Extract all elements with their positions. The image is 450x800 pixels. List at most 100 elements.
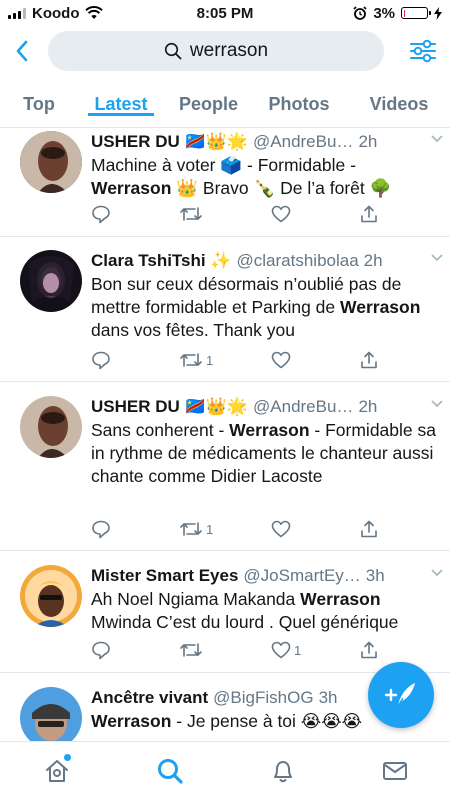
tab-people[interactable]: People — [177, 84, 240, 115]
like-button[interactable] — [271, 203, 294, 225]
tweet-actions: 1 — [91, 349, 391, 371]
tweet[interactable]: Mister Smart Eyes @JoSmartEy… 3h Ah Noel… — [0, 551, 450, 673]
reply-icon — [92, 520, 110, 539]
battery-icon — [401, 7, 431, 19]
tab-videos[interactable]: Videos — [366, 84, 432, 115]
battery-level — [403, 9, 405, 17]
share-icon — [361, 351, 377, 369]
tweet-time: 3h — [318, 688, 338, 707]
tweet-actions — [91, 203, 391, 225]
signal-icon — [8, 7, 26, 19]
tweet-text: Sans conherent - Werrason - Formidable s… — [91, 420, 436, 486]
like-button[interactable]: 1 — [271, 639, 301, 661]
reply-icon — [92, 641, 110, 660]
chevron-down-icon[interactable] — [430, 399, 444, 409]
retweet-button[interactable] — [179, 639, 206, 661]
sliders-icon — [410, 39, 436, 63]
author-handle: @AndreBu… — [253, 397, 354, 416]
home-icon — [46, 760, 68, 782]
reply-icon — [92, 205, 110, 224]
search-tabs: Top Latest People Photos Videos — [0, 84, 450, 128]
avatar[interactable] — [20, 565, 82, 627]
tweet[interactable]: USHER DU 🇨🇩👑🌟 @AndreBu… 2h Sans conheren… — [0, 382, 450, 551]
share-button[interactable] — [359, 518, 379, 540]
share-button[interactable] — [359, 639, 379, 661]
tweet-time: 3h — [365, 566, 385, 585]
tweet[interactable]: USHER DU 🇨🇩👑🌟 @AndreBu… 2h Machine à vot… — [0, 129, 450, 237]
search-header: werrason — [0, 30, 450, 72]
retweet-button[interactable]: 1 — [179, 349, 213, 371]
share-button[interactable] — [359, 349, 379, 371]
tweet-time: 2h — [358, 132, 378, 151]
reply-button[interactable] — [91, 349, 111, 371]
retweet-button[interactable] — [179, 203, 206, 225]
heart-icon — [271, 520, 291, 538]
author-name[interactable]: Clara TshiTshi ✨ — [91, 251, 232, 271]
avatar[interactable] — [20, 396, 82, 458]
tweet-time: 2h — [363, 251, 383, 270]
wifi-icon — [85, 6, 104, 19]
tweet-time: 2h — [358, 397, 378, 416]
share-button[interactable] — [359, 203, 379, 225]
avatar-image — [20, 250, 82, 312]
author-handle: @claratshibolaa — [236, 251, 359, 270]
avatar[interactable] — [20, 250, 82, 312]
tab-top[interactable]: Top — [14, 84, 64, 115]
chevron-down-icon[interactable] — [430, 134, 444, 144]
envelope-icon — [383, 762, 407, 780]
messages-tab[interactable] — [380, 756, 410, 786]
like-button[interactable] — [271, 349, 294, 371]
notifications-tab[interactable] — [268, 756, 298, 786]
status-bar: Koodo 8:05 PM 3% — [0, 0, 450, 26]
chevron-down-icon[interactable] — [430, 568, 444, 578]
tweet-actions: 1 — [91, 518, 391, 540]
retweet-count: 1 — [206, 521, 214, 537]
heart-icon — [271, 641, 291, 659]
avatar[interactable] — [20, 131, 82, 193]
author-name[interactable]: USHER DU 🇨🇩👑🌟 — [91, 397, 248, 417]
bottom-tab-bar — [0, 741, 450, 800]
author-name[interactable]: USHER DU 🇨🇩👑🌟 — [91, 132, 248, 152]
reply-icon — [92, 351, 110, 370]
alarm-icon — [353, 6, 367, 20]
tab-latest[interactable]: Latest — [88, 84, 154, 116]
search-input[interactable]: werrason — [48, 31, 384, 71]
search-icon — [158, 759, 183, 784]
new-content-dot — [64, 754, 71, 761]
home-tab[interactable] — [42, 754, 72, 786]
explore-tab[interactable] — [155, 756, 185, 786]
retweet-icon — [180, 522, 202, 536]
charging-bolt-icon — [434, 6, 442, 20]
tab-photos[interactable]: Photos — [267, 84, 331, 115]
avatar[interactable] — [20, 687, 82, 741]
reply-button[interactable] — [91, 518, 111, 540]
back-button[interactable] — [0, 31, 44, 71]
compose-tweet-button[interactable] — [368, 662, 434, 728]
tweet[interactable]: Clara TshiTshi ✨ @claratshibolaa 2h Bon … — [0, 237, 450, 382]
author-handle: @BigFishOG — [213, 688, 314, 707]
search-filter-button[interactable] — [408, 36, 438, 66]
reply-button[interactable] — [91, 203, 111, 225]
search-query: werrason — [189, 40, 269, 61]
author-handle: @JoSmartEy… — [243, 566, 361, 585]
share-icon — [361, 641, 377, 659]
avatar-image — [20, 131, 82, 193]
reply-button[interactable] — [91, 639, 111, 661]
like-button[interactable] — [271, 518, 294, 540]
author-handle: @AndreBu… — [253, 132, 354, 151]
avatar-image — [20, 687, 82, 741]
tweet-text: Machine à voter 🗳️ - Formidable - Werras… — [91, 155, 392, 198]
like-count: 1 — [294, 642, 302, 658]
heart-icon — [271, 205, 291, 223]
retweet-button[interactable]: 1 — [179, 518, 213, 540]
tweet-feed[interactable]: USHER DU 🇨🇩👑🌟 @AndreBu… 2h Machine à vot… — [0, 129, 450, 741]
tweet-text: Bon sur ceux désormais n’oublié pas de m… — [91, 274, 421, 340]
tweet-text: Ah Noel Ngiama Makanda Werrason Mwinda C… — [91, 589, 399, 632]
chevron-down-icon[interactable] — [430, 253, 444, 263]
share-icon — [361, 205, 377, 223]
tweet-actions: 1 — [91, 639, 391, 661]
carrier-label: Koodo — [32, 4, 80, 22]
author-name[interactable]: Mister Smart Eyes — [91, 566, 238, 586]
author-name[interactable]: Ancêtre vivant — [91, 688, 208, 708]
retweet-icon — [180, 207, 202, 221]
